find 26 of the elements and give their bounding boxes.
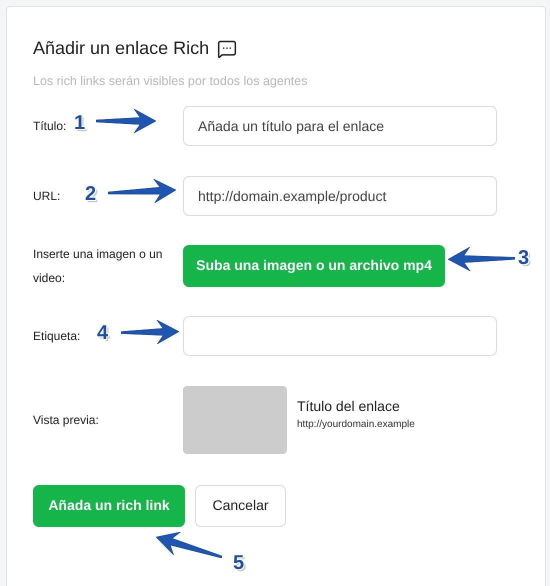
text-field[interactable]: Añada un título para el enlace <box>183 106 497 146</box>
callout-number: 3 <box>518 246 530 270</box>
preview-title: Título del enlace <box>297 396 401 416</box>
upload-button[interactable]: Suba una imagen o un archivo mp4 <box>183 244 445 287</box>
preview-url: http://yourdomain.example <box>297 418 415 432</box>
cancel-button[interactable]: Cancelar <box>195 484 286 527</box>
field-label: Inserte una imagen o un video: <box>33 246 162 285</box>
dialog-subtitle: Los rich links serán visibles por todos los agentes <box>33 73 308 90</box>
arrow <box>120 320 179 344</box>
arrow <box>448 246 515 271</box>
chat-bubble-icon <box>217 38 238 58</box>
add-button[interactable]: Añada un rich link <box>33 484 185 527</box>
callout-number: 5 <box>233 551 244 575</box>
callout-number: 1 <box>74 111 86 135</box>
field-label: URL: <box>33 188 60 203</box>
arrow <box>108 178 176 203</box>
field-label: Etiqueta: <box>33 328 80 343</box>
text-field[interactable] <box>183 316 497 356</box>
field-label: Vista previa: <box>33 412 99 427</box>
callout-number: 4 <box>97 321 108 345</box>
callout-number: 2 <box>85 182 96 206</box>
arrow <box>156 532 222 558</box>
field-label: Título: <box>33 118 66 133</box>
dialog-title: Añadir un enlace Rich <box>33 37 210 60</box>
arrow <box>96 109 156 133</box>
text-field[interactable]: http://domain.example/product <box>183 176 497 216</box>
